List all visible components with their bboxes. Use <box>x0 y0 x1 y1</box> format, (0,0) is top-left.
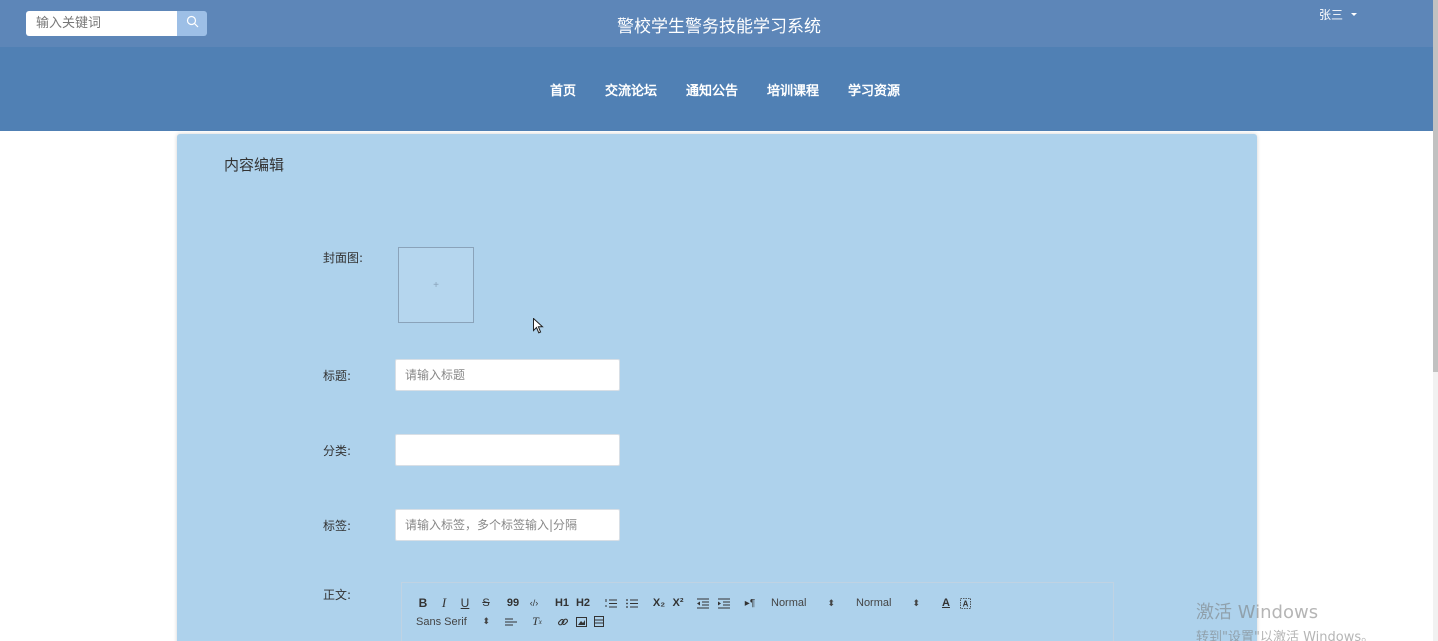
title-label: 标题: <box>323 369 352 383</box>
tags-input[interactable] <box>395 509 620 541</box>
updown-icon: ⬍ <box>827 597 835 608</box>
editor-toolbar-row-1: B I U S 99 ‹/› H1 H2 X₂ X² ▸¶ Normal ⬍ N… <box>416 595 971 611</box>
font-select-value: Sans Serif <box>416 615 467 628</box>
font-select[interactable]: Sans Serif ⬍ <box>416 616 490 628</box>
watermark-line-1: 激活 Windows <box>1196 602 1319 623</box>
watermark-line-2: 转到"设置"以激活 Windows。 <box>1196 630 1375 641</box>
main-nav: 首页 交流论坛 通知公告 培训课程 学习资源 <box>0 47 1438 131</box>
rich-text-editor: B I U S 99 ‹/› H1 H2 X₂ X² ▸¶ Normal ⬍ N… <box>401 582 1114 641</box>
svg-text:A: A <box>962 599 968 608</box>
nav-item-resources[interactable]: 学习资源 <box>848 80 900 99</box>
underline-button[interactable]: U <box>458 596 472 610</box>
image-icon[interactable] <box>574 616 588 627</box>
title-input[interactable] <box>395 359 620 391</box>
content-edit-card: 内容编辑 封面图: + 标题: 分类: 标签: 正文: B I U S 99 ‹… <box>177 134 1257 641</box>
nav-item-forum[interactable]: 交流论坛 <box>605 80 657 99</box>
size-select[interactable]: Normal ⬍ <box>771 597 835 609</box>
user-name: 张三 <box>1319 8 1344 22</box>
font-color-icon[interactable]: A <box>940 597 952 609</box>
updown-icon: ⬍ <box>482 616 490 626</box>
page-scrollbar[interactable] <box>1433 0 1438 641</box>
blockquote-button[interactable]: 99 <box>506 597 520 609</box>
body-label: 正文: <box>323 588 352 602</box>
site-title: 警校学生警务技能学习系统 <box>617 17 821 37</box>
superscript-button[interactable]: X² <box>670 597 686 609</box>
subscript-button[interactable]: X₂ <box>651 597 667 609</box>
align-icon[interactable] <box>504 617 518 627</box>
italic-button[interactable]: I <box>437 595 451 611</box>
windows-activation-watermark: 激活 Windows 转到"设置"以激活 Windows。 <box>1196 598 1374 641</box>
user-menu[interactable]: 张三 <box>1319 6 1358 23</box>
nav-item-home[interactable]: 首页 <box>550 80 576 99</box>
scroll-thumb[interactable] <box>1433 0 1438 372</box>
text-direction-icon[interactable]: ▸¶ <box>743 598 757 609</box>
header-select-value: Normal <box>856 597 892 609</box>
top-bar: 警校学生警务技能学习系统 张三 <box>0 0 1438 47</box>
size-select-value: Normal <box>771 597 807 609</box>
strike-button[interactable]: S <box>479 597 493 609</box>
ordered-list-icon[interactable] <box>604 598 618 609</box>
card-title: 内容编辑 <box>224 156 285 174</box>
background-color-icon[interactable]: A <box>959 597 971 609</box>
updown-icon: ⬍ <box>912 597 920 608</box>
mouse-cursor-icon <box>533 317 544 339</box>
category-label: 分类: <box>323 444 352 458</box>
clear-format-icon[interactable]: Tx <box>530 614 544 629</box>
caret-down-icon <box>1351 13 1358 16</box>
link-icon[interactable] <box>556 616 570 628</box>
bullet-list-icon[interactable] <box>625 598 639 609</box>
nav-item-notices[interactable]: 通知公告 <box>686 80 738 99</box>
h1-button[interactable]: H1 <box>553 597 571 609</box>
nav-item-courses[interactable]: 培训课程 <box>767 80 819 99</box>
header-select[interactable]: Normal ⬍ <box>856 597 920 609</box>
tags-label: 标签: <box>323 519 352 533</box>
bold-button[interactable]: B <box>416 596 430 610</box>
cover-label: 封面图: <box>323 251 364 265</box>
code-button[interactable]: ‹/› <box>527 598 541 608</box>
indent-icon[interactable] <box>717 598 731 609</box>
h2-button[interactable]: H2 <box>574 597 592 609</box>
editor-toolbar-row-2: Sans Serif ⬍ Tx <box>416 614 606 629</box>
outdent-icon[interactable] <box>696 598 710 609</box>
category-input[interactable] <box>395 434 620 466</box>
video-icon[interactable] <box>592 616 606 627</box>
cover-upload[interactable]: + <box>398 247 474 323</box>
plus-icon: + <box>433 279 439 291</box>
